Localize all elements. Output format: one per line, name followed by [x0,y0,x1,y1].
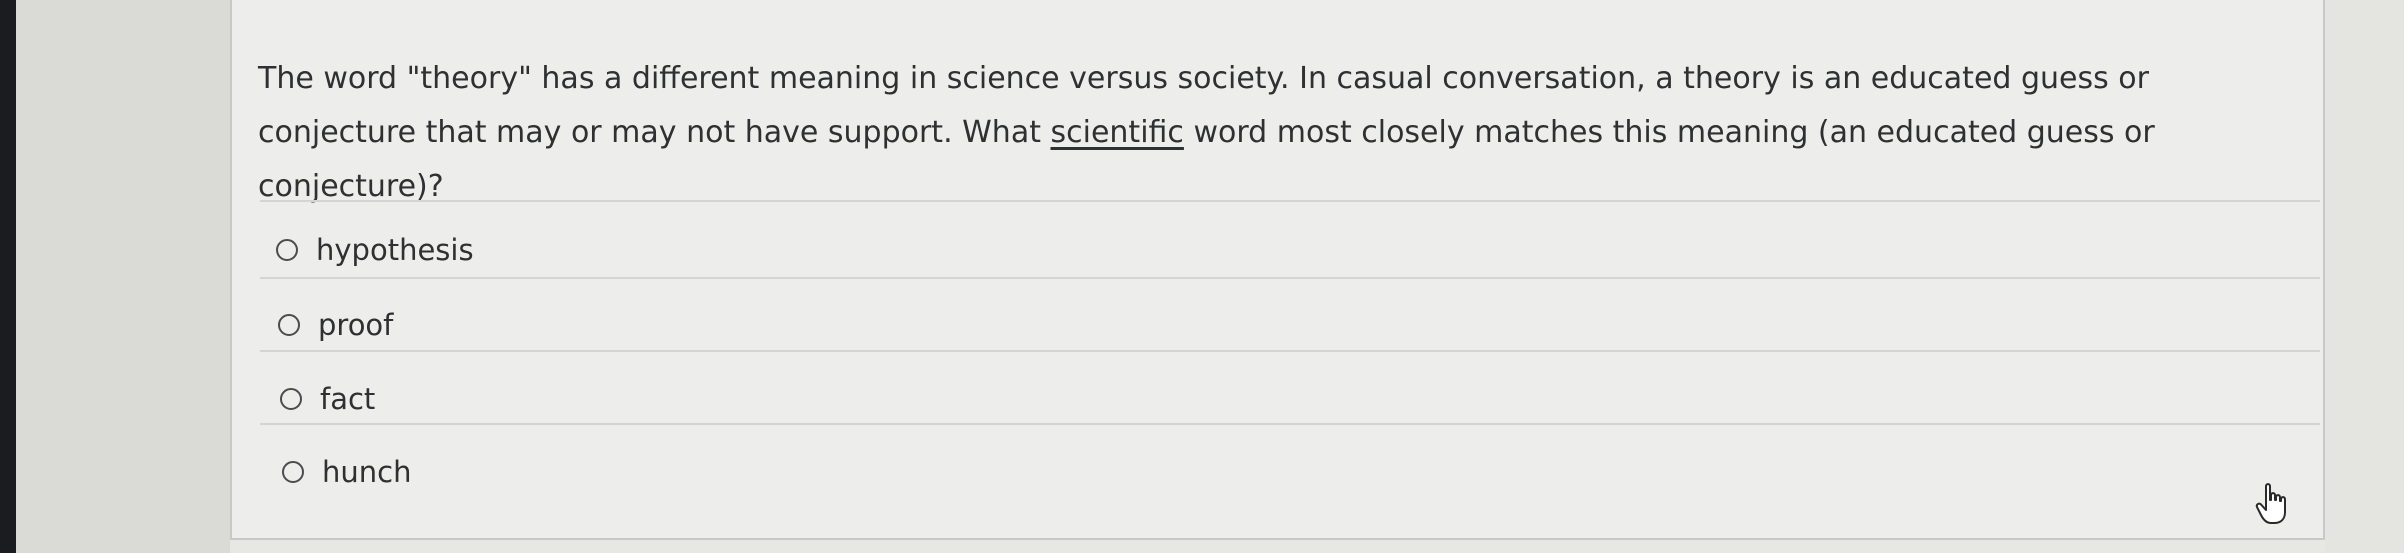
option-proof[interactable]: proof [278,300,393,350]
question-card: The word "theory" has a different meanin… [230,0,2325,540]
divider [260,200,2320,202]
screen-edge [0,0,16,553]
option-hypothesis[interactable]: hypothesis [276,225,474,275]
divider [260,423,2320,425]
right-margin [2325,0,2404,553]
question-underlined-word: scientific [1050,115,1184,150]
divider [260,277,2320,279]
radio-button[interactable] [276,239,298,261]
question-text: The word "theory" has a different meanin… [258,52,2308,214]
option-fact[interactable]: fact [280,374,375,424]
option-label: fact [320,382,376,416]
option-label: hypothesis [316,233,474,267]
radio-button[interactable] [282,461,304,483]
option-hunch[interactable]: hunch [282,447,411,497]
radio-button[interactable] [280,388,302,410]
left-rail [0,0,230,553]
hand-pointer-icon [2255,483,2286,524]
divider [260,350,2320,352]
option-label: hunch [322,455,412,489]
radio-button[interactable] [278,314,300,336]
option-label: proof [318,308,394,342]
